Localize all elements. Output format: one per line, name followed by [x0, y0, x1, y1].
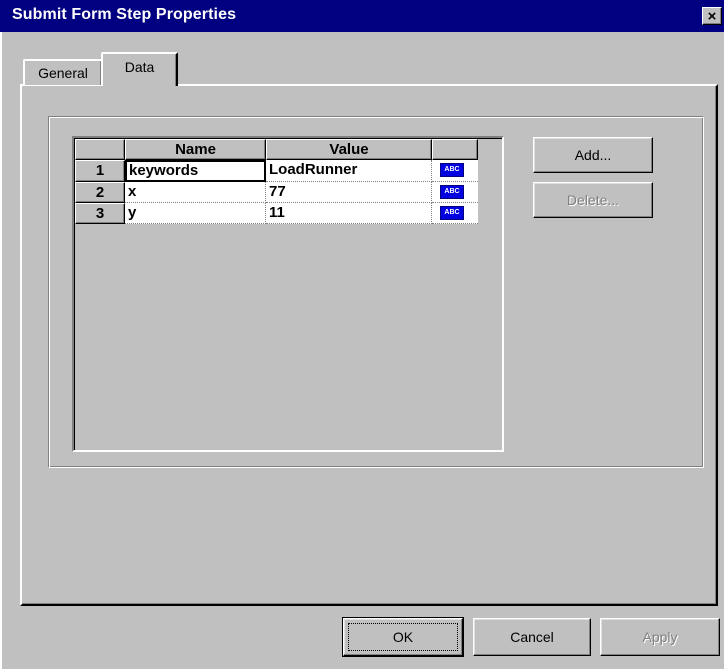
focus-ring — [348, 623, 458, 651]
table-cell-value[interactable]: 11 — [266, 203, 432, 224]
column-header-value[interactable]: Value — [266, 139, 432, 160]
delete-button[interactable]: Delete... — [533, 182, 653, 218]
add-button[interactable]: Add... — [533, 137, 653, 173]
abc-text-icon[interactable]: ABC — [440, 163, 464, 177]
column-header-name[interactable]: Name — [125, 139, 266, 160]
apply-button[interactable]: Apply — [600, 618, 720, 656]
table-cell-type[interactable]: ABC — [432, 182, 478, 203]
table-cell-name[interactable]: x — [125, 182, 266, 203]
window-title: Submit Form Step Properties — [12, 6, 237, 23]
table-cell-name[interactable]: y — [125, 203, 266, 224]
column-header-type[interactable] — [432, 139, 478, 160]
cancel-button[interactable]: Cancel — [473, 618, 591, 656]
row-header[interactable]: 1 — [75, 160, 125, 182]
window-border — [0, 32, 2, 669]
tab-general[interactable]: General — [23, 59, 103, 85]
title-bar[interactable]: Submit Form Step Properties × — [0, 0, 724, 32]
ok-button[interactable]: OK — [342, 617, 464, 657]
table-cell-type[interactable]: ABC — [432, 160, 478, 182]
tab-data[interactable]: Data — [101, 52, 178, 86]
abc-text-icon[interactable]: ABC — [440, 185, 464, 199]
grid-corner-header[interactable] — [75, 139, 125, 160]
table-cell-type[interactable]: ABC — [432, 203, 478, 224]
close-icon[interactable]: × — [702, 7, 722, 25]
abc-text-icon[interactable]: ABC — [440, 206, 464, 220]
row-header[interactable]: 3 — [75, 203, 125, 224]
table-cell-value[interactable]: LoadRunner — [266, 160, 432, 182]
form-data-grid[interactable]: Name Value 1 keywords LoadRunner ABC 2 x… — [72, 136, 504, 452]
table-cell-name[interactable]: keywords — [125, 160, 266, 182]
table-cell-value[interactable]: 77 — [266, 182, 432, 203]
row-header[interactable]: 2 — [75, 182, 125, 203]
